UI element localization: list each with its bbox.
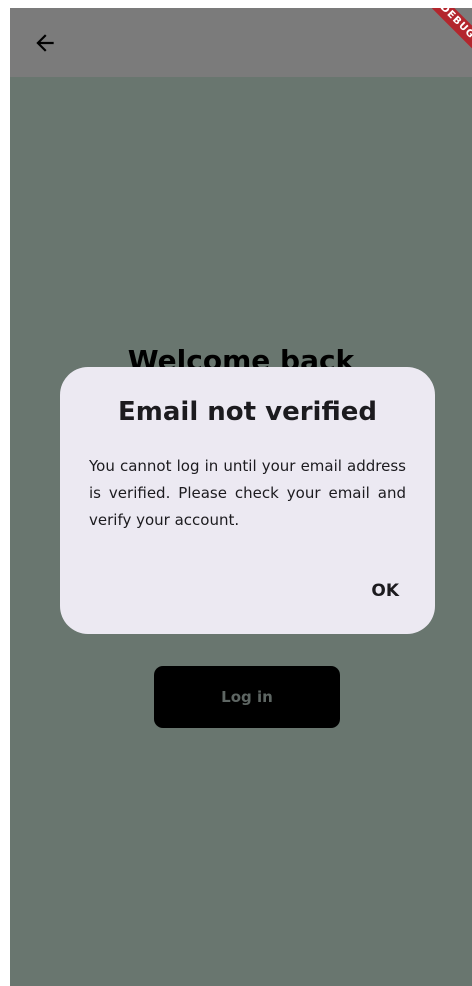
login-button[interactable]: Log in: [154, 666, 340, 728]
ok-button[interactable]: OK: [367, 577, 403, 605]
dialog-title: Email not verified: [118, 397, 377, 427]
dialog-message: You cannot log in until your email addre…: [89, 457, 406, 529]
debug-banner: DEBUG: [412, 8, 472, 67]
app-bar: DEBUG: [10, 8, 472, 77]
screen: DEBUG Welcome back Log in Email not veri…: [10, 8, 472, 986]
arrow-left-icon[interactable]: [32, 30, 58, 56]
alert-dialog: Email not verified You cannot log in unt…: [60, 367, 435, 634]
